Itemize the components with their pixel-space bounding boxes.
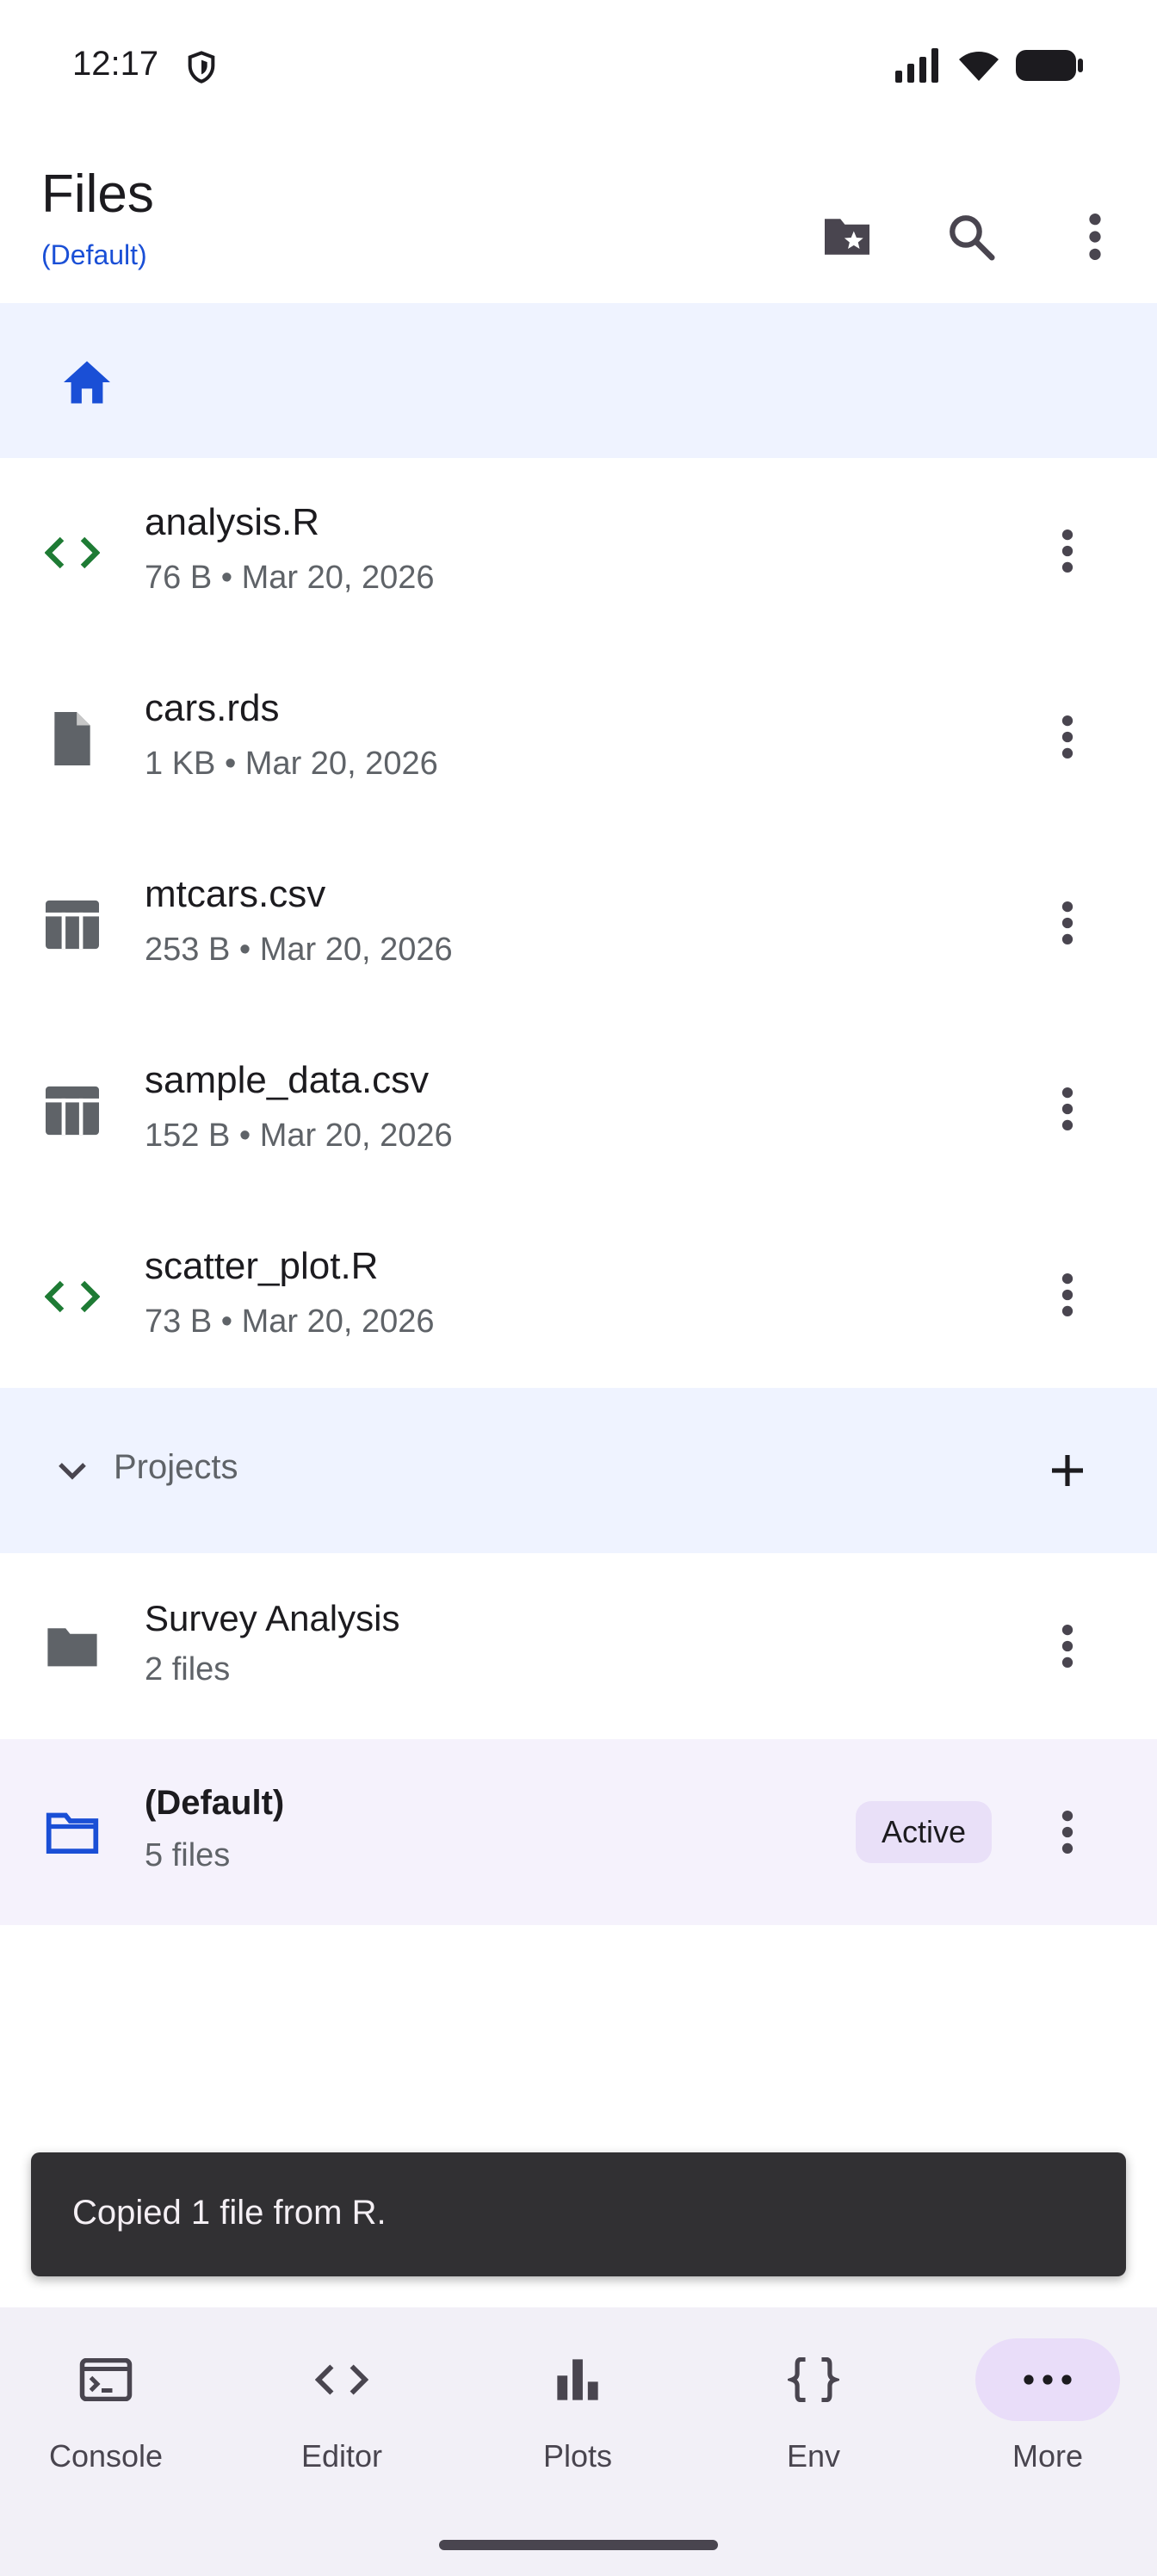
folder-open-icon bbox=[46, 1812, 99, 1854]
home-icon bbox=[64, 361, 110, 404]
project-meta: 2 files bbox=[145, 1651, 231, 1687]
more-vert-icon bbox=[1061, 529, 1073, 573]
file-name: cars.rds bbox=[145, 687, 280, 729]
more-vert-icon bbox=[1061, 1273, 1073, 1317]
project-row-active[interactable]: (Default) 5 files Active bbox=[0, 1739, 1157, 1925]
file-meta: 76 B • Mar 20, 2026 bbox=[145, 560, 435, 596]
file-name: analysis.R bbox=[145, 501, 319, 543]
nav-more[interactable]: More bbox=[931, 2338, 1157, 2502]
bar-chart-icon bbox=[557, 2359, 598, 2400]
code-icon bbox=[315, 2364, 368, 2395]
favorite-folder-button[interactable] bbox=[785, 189, 909, 284]
code-icon bbox=[45, 536, 100, 569]
file-icon bbox=[54, 712, 90, 765]
file-meta: 73 B • Mar 20, 2026 bbox=[145, 1303, 435, 1340]
nav-plots[interactable]: Plots bbox=[461, 2338, 694, 2502]
nav-label: Editor bbox=[300, 2438, 383, 2474]
file-row[interactable]: analysis.R 76 B • Mar 20, 2026 bbox=[0, 458, 1157, 644]
add-project-button[interactable] bbox=[1030, 1433, 1105, 1508]
file-name: scatter_plot.R bbox=[145, 1245, 379, 1287]
code-icon bbox=[45, 1280, 100, 1313]
wifi-icon bbox=[959, 52, 999, 81]
signal-icon bbox=[895, 48, 938, 83]
search-button[interactable] bbox=[909, 189, 1033, 284]
breadcrumb bbox=[0, 303, 1157, 458]
braces-icon bbox=[788, 2357, 839, 2402]
chevron-down-icon bbox=[59, 1463, 86, 1480]
table-icon bbox=[46, 900, 99, 950]
nav-label: Plots bbox=[542, 2438, 613, 2474]
projects-collapse-button[interactable] bbox=[41, 1440, 103, 1502]
nav-env[interactable]: Env bbox=[697, 2338, 930, 2502]
favorite-folder-icon bbox=[825, 219, 869, 255]
project-more-button[interactable] bbox=[1030, 1608, 1105, 1684]
nav-label: Env bbox=[786, 2438, 841, 2474]
more-horiz-icon bbox=[1024, 2375, 1072, 2385]
project-name: (Default) bbox=[145, 1784, 285, 1822]
file-row[interactable]: scatter_plot.R 73 B • Mar 20, 2026 bbox=[0, 1202, 1157, 1388]
file-more-button[interactable] bbox=[1030, 699, 1105, 775]
active-badge: Active bbox=[856, 1801, 992, 1863]
more-vert-icon bbox=[1061, 1087, 1073, 1131]
terminal-icon bbox=[79, 2358, 133, 2401]
page-title: Files bbox=[41, 164, 154, 224]
nav-label: More bbox=[1012, 2438, 1084, 2474]
file-row[interactable]: sample_data.csv 152 B • Mar 20, 2026 bbox=[0, 1016, 1157, 1202]
file-meta: 152 B • Mar 20, 2026 bbox=[145, 1118, 453, 1154]
file-name: sample_data.csv bbox=[145, 1059, 430, 1101]
file-row[interactable]: mtcars.csv 253 B • Mar 20, 2026 bbox=[0, 830, 1157, 1016]
plus-icon bbox=[1052, 1455, 1083, 1486]
more-vert-icon bbox=[1061, 901, 1073, 945]
home-button[interactable] bbox=[48, 348, 126, 417]
project-name: Survey Analysis bbox=[145, 1598, 400, 1638]
file-meta: 253 B • Mar 20, 2026 bbox=[145, 932, 453, 968]
search-icon bbox=[950, 215, 995, 261]
snackbar: Copied 1 file from R. bbox=[31, 2152, 1126, 2276]
nav-editor[interactable]: Editor bbox=[226, 2338, 458, 2502]
table-icon bbox=[46, 1086, 99, 1136]
folder-icon bbox=[47, 1628, 97, 1667]
project-list: Survey Analysis 2 files (Default) 5 file… bbox=[0, 1553, 1157, 1925]
bottom-navigation: Console Editor Plots Env More bbox=[0, 2307, 1157, 2576]
file-more-button[interactable] bbox=[1030, 885, 1105, 961]
nav-console[interactable]: Console bbox=[0, 2338, 222, 2502]
home-indicator bbox=[439, 2540, 718, 2550]
shield-icon bbox=[188, 51, 215, 84]
project-meta: 5 files bbox=[145, 1837, 231, 1873]
file-more-button[interactable] bbox=[1030, 1071, 1105, 1147]
project-row[interactable]: Survey Analysis 2 files bbox=[0, 1553, 1157, 1739]
file-meta: 1 KB • Mar 20, 2026 bbox=[145, 746, 438, 782]
status-bar: 12:17 bbox=[0, 0, 1157, 129]
project-subtitle: (Default) bbox=[41, 239, 147, 270]
project-more-button[interactable] bbox=[1030, 1794, 1105, 1870]
projects-label: Projects bbox=[114, 1448, 238, 1486]
file-more-button[interactable] bbox=[1030, 1257, 1105, 1333]
more-vert-icon bbox=[1061, 1810, 1073, 1855]
nav-label: Console bbox=[48, 2438, 164, 2474]
status-time: 12:17 bbox=[72, 45, 159, 83]
app-bar: Files (Default) bbox=[0, 129, 1157, 301]
file-list: analysis.R 76 B • Mar 20, 2026 cars.rds … bbox=[0, 458, 1157, 1388]
status-icons bbox=[895, 48, 1085, 83]
file-row[interactable]: cars.rds 1 KB • Mar 20, 2026 bbox=[0, 644, 1157, 830]
overflow-menu-button[interactable] bbox=[1033, 189, 1157, 284]
more-vert-icon bbox=[1089, 214, 1101, 260]
file-more-button[interactable] bbox=[1030, 513, 1105, 589]
more-vert-icon bbox=[1061, 715, 1073, 759]
more-vert-icon bbox=[1061, 1624, 1073, 1669]
file-name: mtcars.csv bbox=[145, 873, 326, 915]
projects-header: Projects bbox=[0, 1388, 1157, 1553]
snackbar-message: Copied 1 file from R. bbox=[72, 2194, 387, 2232]
app-actions bbox=[785, 189, 1157, 284]
battery-icon bbox=[1016, 50, 1083, 81]
